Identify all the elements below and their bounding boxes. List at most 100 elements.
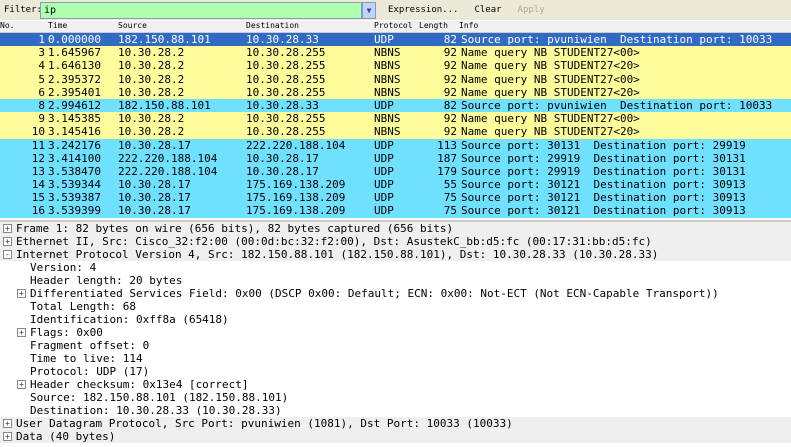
packet-len: 92 (443, 112, 457, 126)
collapse-icon[interactable]: - (3, 250, 12, 259)
detail-line[interactable]: + Differentiated Services Field: 0x00 (DS… (0, 287, 791, 300)
detail-text: Internet Protocol Version 4, Src: 182.15… (16, 248, 659, 261)
chevron-down-icon[interactable]: ▼ (362, 1, 376, 19)
packet-row[interactable]: 13 3.538470 222.220.188.104 10.30.28.17 UDP 1… (0, 164, 791, 179)
detail-line[interactable]: Time to live: 114 (0, 352, 791, 365)
detail-text: Flags: 0x00 (30, 326, 103, 339)
column-destination[interactable]: Destination (246, 21, 299, 30)
detail-line[interactable]: Fragment offset: 0 (0, 339, 791, 352)
packet-proto: UDP (374, 98, 394, 112)
packet-row[interactable]: 16 3.539399 10.30.28.17 175.169.138.209 UDP 7… (0, 204, 791, 218)
packet-row[interactable]: 4 1.646130 10.30.28.2 10.30.28.255 NBNS 92 Nam… (0, 59, 791, 73)
packet-no: 5 (38, 72, 45, 86)
packet-dst: 175.169.138.209 (246, 204, 346, 218)
detail-line[interactable]: + Flags: 0x00 (0, 326, 791, 339)
detail-line[interactable]: Identification: 0xff8a (65418) (0, 313, 791, 326)
packet-info: Source port: 30121 Destination port: 309… (461, 178, 746, 192)
packet-len: 179 (437, 164, 457, 178)
packet-row[interactable]: 14 3.539344 10.30.28.17 175.169.138.209 UDP 5… (0, 178, 791, 192)
detail-text: Header checksum: 0x13e4 [correct] (30, 378, 249, 391)
detail-line[interactable]: + Header checksum: 0x13e4 [correct] (0, 378, 791, 391)
packet-row[interactable]: 3 1.645967 10.30.28.2 10.30.28.255 NBNS 92 Nam… (0, 46, 791, 60)
detail-text: Ethernet II, Src: Cisco_32:f2:00 (00:0d:… (16, 235, 652, 248)
expand-icon[interactable]: + (17, 380, 26, 389)
packet-len: 187 (437, 151, 457, 165)
packet-row[interactable]: 11 3.242176 10.30.28.17 222.220.188.104 UDP 1… (0, 138, 791, 152)
packet-dst: 10.30.28.255 (246, 72, 326, 86)
detail-line[interactable]: - Internet Protocol Version 4, Src: 182.1… (0, 248, 791, 261)
packet-src: 10.30.28.2 (118, 46, 185, 60)
detail-line[interactable]: Version: 4 (0, 261, 791, 274)
detail-line[interactable]: + Frame 1: 82 bytes on wire (656 bits), 8… (0, 222, 791, 235)
packet-row[interactable]: 8 2.994612 182.150.88.101 10.30.28.33 UDP 82 S… (0, 98, 791, 113)
packet-info: Name query NB STUDENT27<20> (461, 85, 640, 99)
packet-row[interactable]: 9 3.145385 10.30.28.2 10.30.28.255 NBNS 92 Nam… (0, 112, 791, 126)
detail-line[interactable]: + Data (40 bytes) (0, 430, 791, 443)
packet-row[interactable]: 10 3.145416 10.30.28.2 10.30.28.255 NBNS 92 Na… (0, 125, 791, 139)
packet-no: 15 (31, 191, 45, 205)
packet-len: 82 (443, 98, 457, 112)
packet-src: 10.30.28.17 (118, 191, 191, 205)
column-length[interactable]: Length (419, 21, 448, 30)
detail-line[interactable]: Total Length: 68 (0, 300, 791, 313)
packet-dst: 10.30.28.255 (246, 59, 326, 73)
detail-text: Destination: 10.30.28.33 (10.30.28.33) (30, 404, 282, 417)
packet-src: 182.150.88.101 (118, 33, 211, 46)
packet-info: Source port: 29919 Destination port: 301… (461, 151, 746, 165)
packet-src: 182.150.88.101 (118, 98, 211, 112)
expand-icon[interactable]: + (3, 419, 12, 428)
expand-icon[interactable]: + (3, 432, 12, 441)
detail-line[interactable]: Destination: 10.30.28.33 (10.30.28.33) (0, 404, 791, 417)
filter-input[interactable]: ip (40, 1, 362, 19)
packet-row[interactable]: 1 0.000000 182.150.88.101 10.30.28.33 UDP 82 S… (0, 33, 791, 47)
packet-len: 92 (443, 72, 457, 86)
packet-row[interactable]: 12 3.414100 222.220.188.104 10.30.28.17 UDP 1… (0, 151, 791, 165)
detail-line[interactable]: + User Datagram Protocol, Src Port: pvuni… (0, 417, 791, 430)
packet-no: 6 (38, 85, 45, 99)
apply-button[interactable]: Apply (514, 5, 549, 15)
expand-icon[interactable]: + (17, 289, 26, 298)
filter-toolbar: Filter: ip ▼ Expression... Clear Apply (0, 0, 791, 20)
detail-line[interactable]: + Ethernet II, Src: Cisco_32:f2:00 (00:0d… (0, 235, 791, 248)
expand-icon[interactable]: + (3, 224, 12, 233)
packet-dst: 10.30.28.255 (246, 85, 326, 99)
packet-time: 3.414100 (48, 151, 101, 165)
detail-text: Time to live: 114 (30, 352, 143, 365)
packet-no: 14 (31, 178, 45, 192)
expand-icon[interactable]: + (17, 328, 26, 337)
detail-text: Differentiated Services Field: 0x00 (DSC… (30, 287, 719, 300)
column-no[interactable]: No. (0, 21, 14, 30)
column-info[interactable]: Info (459, 21, 478, 30)
packet-src: 10.30.28.17 (118, 138, 191, 152)
packet-proto: NBNS (374, 112, 401, 126)
packet-row[interactable]: 5 2.395372 10.30.28.2 10.30.28.255 NBNS 92 Nam… (0, 72, 791, 86)
packet-info: Name query NB STUDENT27<00> (461, 46, 640, 60)
packet-no: 9 (38, 112, 45, 126)
packet-src: 10.30.28.2 (118, 112, 185, 126)
column-time[interactable]: Time (48, 21, 67, 30)
packet-dst: 10.30.28.255 (246, 112, 326, 126)
packet-no: 10 (31, 125, 45, 139)
packet-proto: UDP (374, 178, 394, 192)
packet-info: Source port: 30131 Destination port: 299… (461, 138, 746, 152)
expression-button[interactable]: Expression... (384, 5, 462, 15)
detail-line[interactable]: Protocol: UDP (17) (0, 365, 791, 378)
packet-time: 3.242176 (48, 138, 101, 152)
packet-info: Source port: pvuniwien Destination port:… (461, 98, 773, 112)
detail-line[interactable]: Header length: 20 bytes (0, 274, 791, 287)
clear-button[interactable]: Clear (470, 5, 505, 15)
detail-text: Data (40 bytes) (16, 430, 116, 443)
packet-dst: 10.30.28.255 (246, 125, 326, 139)
detail-text: User Datagram Protocol, Src Port: pvuniw… (16, 417, 513, 430)
packet-src: 10.30.28.2 (118, 85, 185, 99)
packet-len: 113 (437, 138, 457, 152)
packet-time: 3.538470 (48, 164, 101, 178)
packet-row[interactable]: 6 2.395401 10.30.28.2 10.30.28.255 NBNS 92 Nam… (0, 85, 791, 99)
packet-info: Source port: 29919 Destination port: 301… (461, 164, 746, 178)
column-source[interactable]: Source (118, 21, 147, 30)
detail-line[interactable]: Source: 182.150.88.101 (182.150.88.101) (0, 391, 791, 404)
expand-icon[interactable]: + (3, 237, 12, 246)
column-protocol[interactable]: Protocol (374, 21, 413, 30)
packet-row[interactable]: 15 3.539387 10.30.28.17 175.169.138.209 UDP 7… (0, 191, 791, 205)
detail-text: Source: 182.150.88.101 (182.150.88.101) (30, 391, 289, 404)
